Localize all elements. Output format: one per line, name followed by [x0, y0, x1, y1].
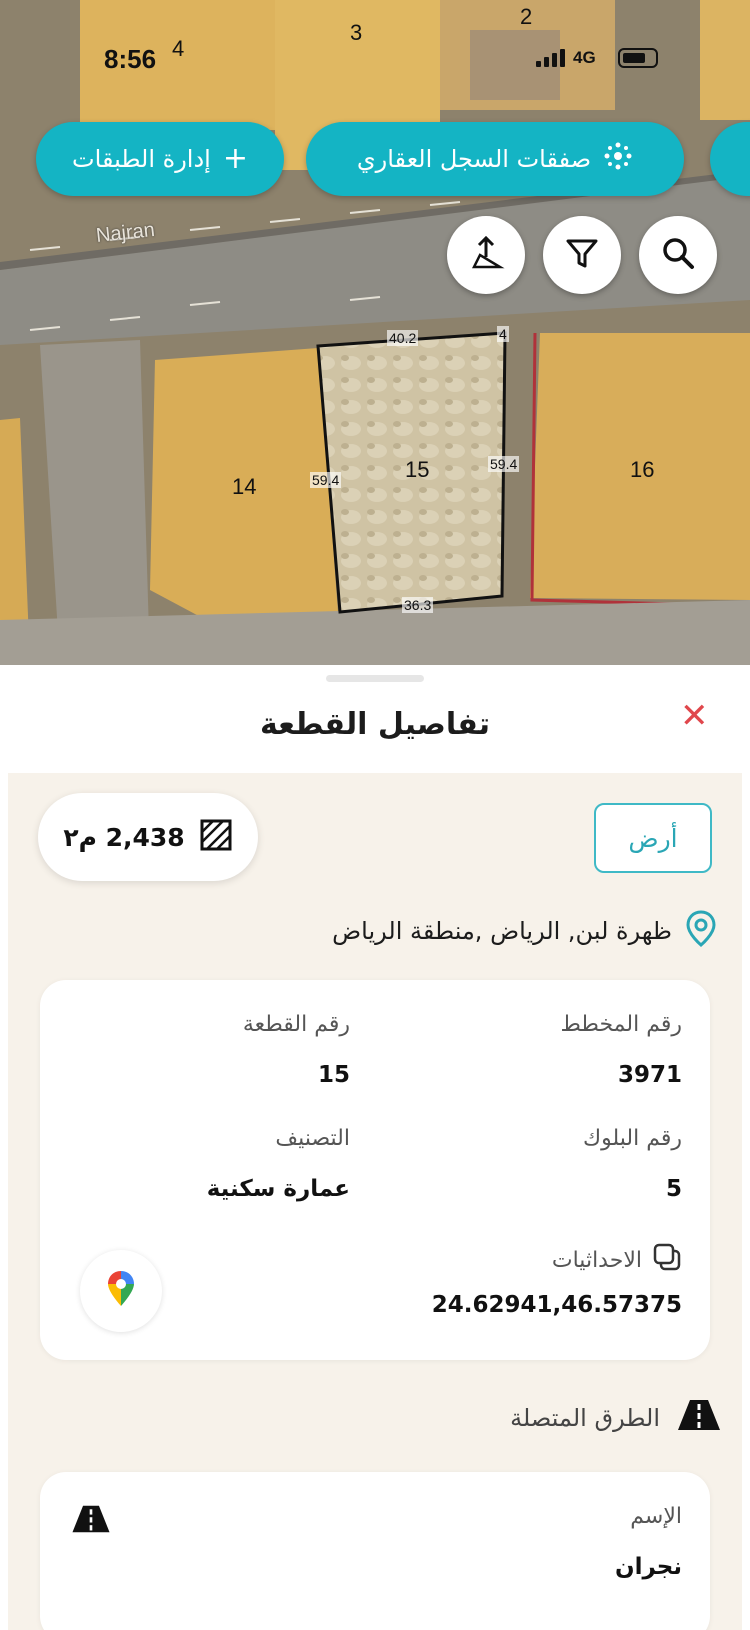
map-lot-number: 2 — [520, 4, 533, 29]
open-google-maps-button[interactable] — [80, 1250, 162, 1332]
connected-roads-title: الطرق المتصلة — [510, 1404, 660, 1432]
network-type: 4G — [573, 48, 596, 67]
coordinates-label-row: الاحداثيات — [552, 1242, 682, 1278]
search-icon — [660, 235, 696, 275]
dimension-left: 59.4 — [310, 472, 342, 488]
status-indicators: 4G — [536, 48, 658, 68]
map-lot-number: 3 — [350, 20, 363, 45]
location-pin-icon — [684, 910, 718, 952]
area-icon — [199, 818, 233, 856]
classification-value: عمارة سكنية — [206, 1176, 350, 1202]
block-number-value: 5 — [665, 1176, 682, 1202]
satellite-map — [0, 0, 750, 665]
close-icon[interactable]: ✕ — [680, 699, 709, 733]
location-row: ظهرة لبن, الرياض ,منطقة الرياض — [332, 910, 718, 952]
plot-number-label: رقم القطعة — [242, 1012, 350, 1037]
map-view[interactable]: 8:56 4G 4 3 2 Najran 14 15 16 40.2 4 59.… — [0, 0, 750, 665]
plot-info-card: رقم المخطط رقم القطعة 3971 15 رقم البلوك… — [40, 980, 710, 1360]
signal-icon — [536, 49, 565, 67]
road-icon — [676, 1398, 722, 1438]
filter-button[interactable] — [543, 216, 621, 294]
google-maps-pin-icon — [106, 1269, 136, 1313]
dimension-top: 40.2 — [387, 330, 419, 346]
battery-icon — [617, 48, 658, 68]
share-upload-icon — [466, 233, 506, 277]
area-value: 2,438 م٢ — [63, 822, 185, 852]
map-lot-number-left[interactable]: 14 — [232, 474, 256, 500]
filter-icon — [564, 235, 600, 275]
plan-number-label: رقم المخطط — [560, 1012, 682, 1037]
block-number-label: رقم البلوك — [582, 1126, 682, 1151]
classification-label: التصنيف — [275, 1126, 350, 1151]
sheet-drag-handle[interactable] — [326, 675, 424, 682]
dimension-bottom: 36.3 — [402, 597, 434, 613]
plan-number-value: 3971 — [617, 1062, 682, 1088]
share-button[interactable] — [447, 216, 525, 294]
plot-number-value: 15 — [317, 1062, 350, 1088]
road-icon — [70, 1504, 112, 1538]
location-text: ظهرة لبن, الرياض ,منطقة الرياض — [332, 917, 672, 945]
dimension-right: 59.4 — [488, 456, 520, 472]
sparkle-icon — [603, 141, 633, 177]
road-name-value: نجران — [614, 1554, 682, 1580]
real-estate-transactions-label: صفقات السجل العقاري — [356, 145, 592, 173]
plus-icon: + — [222, 141, 248, 176]
real-estate-transactions-button[interactable]: صفقات السجل العقاري — [306, 122, 684, 196]
coordinates-value[interactable]: 24.62941,46.57375 — [432, 1292, 682, 1318]
search-button[interactable] — [639, 216, 717, 294]
property-type-badge: أرض — [594, 803, 712, 873]
road-name-label: الإسم — [630, 1504, 682, 1529]
map-lot-number-right[interactable]: 16 — [630, 457, 654, 483]
coordinates-label: الاحداثيات — [551, 1247, 642, 1273]
corner-marker: 4 — [497, 326, 509, 342]
sheet-title: تفاصيل القطعة — [259, 707, 491, 742]
map-lot-number: 4 — [172, 36, 185, 61]
copy-icon[interactable] — [652, 1242, 682, 1278]
map-lot-number-selected[interactable]: 15 — [405, 457, 429, 483]
manage-layers-label: إدارة الطبقات — [72, 145, 211, 173]
road-card: الإسم نجران — [40, 1472, 710, 1630]
area-chip: 2,438 م٢ — [38, 793, 258, 881]
manage-layers-button[interactable]: + إدارة الطبقات — [36, 122, 284, 196]
status-time: 8:56 — [104, 44, 157, 74]
connected-roads-header: الطرق المتصلة — [510, 1398, 722, 1438]
